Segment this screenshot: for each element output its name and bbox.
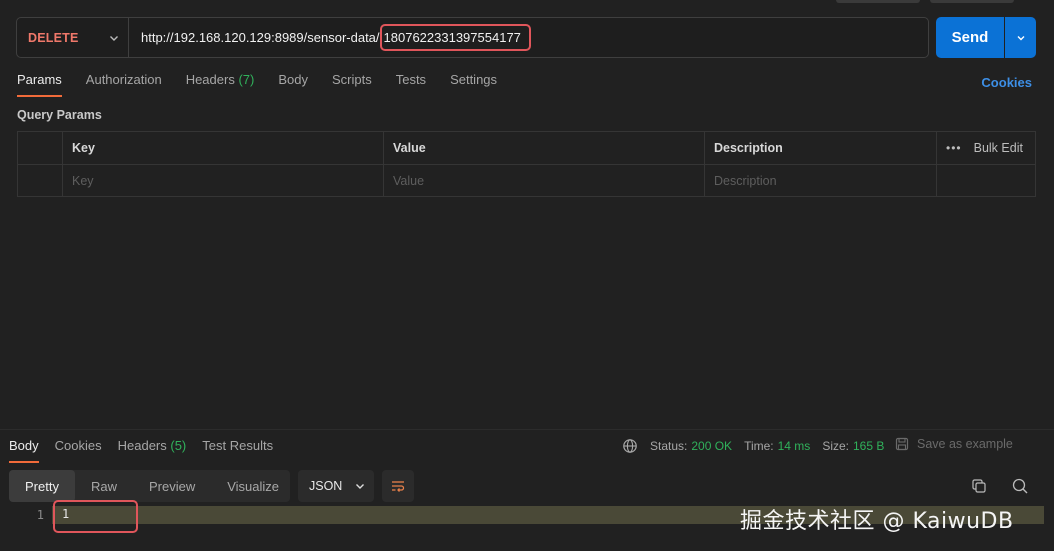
tab-headers-label: Headers [185,72,235,87]
tab-body[interactable]: Body [278,72,308,97]
send-group: Send [936,17,1036,58]
resp-tab-test-results[interactable]: Test Results [202,438,273,463]
resp-tab-body[interactable]: Body [9,438,39,463]
save-icon [895,437,909,451]
response-value-highlight [53,500,138,533]
params-table: Key Value Description ••• Bulk Edit Key … [17,131,1036,197]
view-preview[interactable]: Preview [133,470,211,502]
params-row-actions [937,165,1035,196]
request-bar: DELETE http://192.168.120.129:8989/senso… [16,17,929,58]
response-status: Status: 200 OK Time: 14 ms Size: 165 B [622,438,896,454]
chevron-down-icon [1017,35,1024,40]
url-input[interactable]: http://192.168.120.129:8989/sensor-data/… [129,18,928,57]
tab-tests[interactable]: Tests [396,72,426,97]
view-visualize[interactable]: Visualize [211,470,295,502]
line-number: 1 [36,508,44,522]
url-base: http://192.168.120.129:8989/sensor-data/ [141,30,380,45]
param-key-input[interactable]: Key [63,165,384,196]
params-empty-row: Key Value Description [18,164,1035,196]
size-label: Size: [822,439,849,453]
size-value[interactable]: 165 B [853,439,884,453]
format-label: JSON [309,479,343,493]
top-strip-2 [930,0,1014,3]
headers-count: (7) [238,72,255,87]
resp-headers-count: (5) [170,438,187,453]
save-as-example-label: Save as example [917,437,1013,451]
chevron-down-icon [107,31,121,45]
method-select[interactable]: DELETE [17,18,129,57]
params-header-description: Description [705,132,937,164]
resp-headers-label: Headers [117,438,167,453]
time-value[interactable]: 14 ms [778,439,811,453]
chevron-down-icon [356,484,365,489]
time-label: Time: [744,439,774,453]
query-params-title: Query Params [17,108,102,122]
params-header-value: Value [384,132,705,164]
globe-icon[interactable] [622,438,638,454]
tab-scripts[interactable]: Scripts [332,72,372,97]
wrap-lines-button[interactable] [382,470,414,502]
tab-settings[interactable]: Settings [450,72,497,97]
send-options-button[interactable] [1005,17,1036,58]
wrap-icon [392,481,405,492]
resp-tab-cookies[interactable]: Cookies [55,438,102,463]
copy-icon[interactable] [970,477,988,495]
top-strip [836,0,920,3]
status-label: Status: [650,439,688,453]
save-as-example-button[interactable]: Save as example [895,437,1013,451]
response-divider [0,429,1054,430]
tab-params[interactable]: Params [17,72,62,97]
url-id-highlight: 1807622331397554177 [379,24,531,51]
tab-authorization[interactable]: Authorization [86,72,162,97]
format-select[interactable]: JSON [298,470,374,502]
search-icon[interactable] [1011,477,1029,495]
params-checkbox-column [18,132,63,164]
view-pretty[interactable]: Pretty [9,470,75,502]
params-header-row: Key Value Description ••• Bulk Edit [18,132,1035,164]
view-raw[interactable]: Raw [75,470,133,502]
bulk-edit-label: Bulk Edit [973,141,1023,155]
status-value[interactable]: 200 OK [691,439,732,453]
params-header-key: Key [63,132,384,164]
params-header-actions: ••• Bulk Edit [937,132,1035,164]
request-tabs: Params Authorization Headers (7) Body Sc… [17,72,521,97]
bulk-edit-button[interactable]: ••• Bulk Edit [946,141,1023,155]
watermark: 掘金技术社区 @ KaiwuDB [740,509,1014,534]
body-view-selector: Pretty Raw Preview Visualize [9,470,290,502]
method-label: DELETE [28,30,79,45]
send-button[interactable]: Send [936,17,1004,58]
resp-tab-headers[interactable]: Headers (5) [118,438,187,463]
response-tabs: Body Cookies Headers (5) Test Results [9,438,289,463]
more-icon[interactable]: ••• [946,141,962,155]
tab-headers[interactable]: Headers (7) [186,72,255,97]
param-value-input[interactable]: Value [384,165,705,196]
cookies-link[interactable]: Cookies [981,75,1032,90]
params-row-checkbox[interactable] [18,165,63,196]
param-description-input[interactable]: Description [705,165,937,196]
